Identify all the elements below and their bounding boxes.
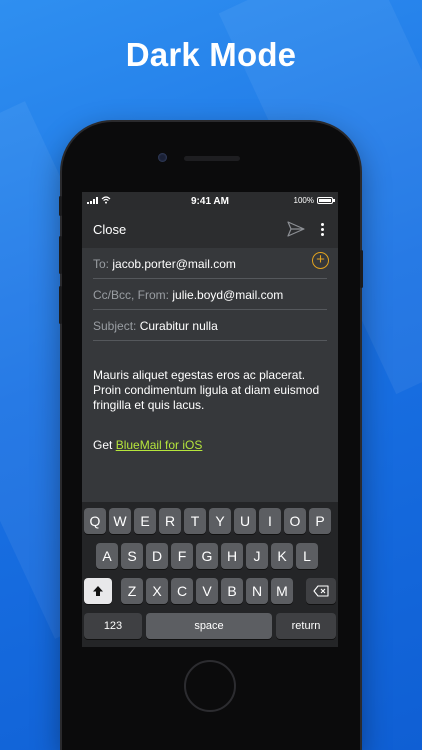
add-contact-icon[interactable]: + [312, 252, 329, 269]
status-right: 100% [293, 196, 335, 205]
bluemail-link[interactable]: BlueMail for iOS [116, 438, 203, 452]
battery-percent: 100% [293, 196, 314, 205]
shift-key[interactable] [84, 578, 112, 604]
key-b[interactable]: B [221, 578, 243, 604]
more-options-icon[interactable] [319, 222, 325, 238]
mute-switch [59, 196, 62, 216]
key-t[interactable]: T [184, 508, 206, 534]
earpiece-speaker [184, 156, 240, 161]
cc-bcc-from-field[interactable]: Cc/Bcc, From: julie.boyd@mail.com [93, 279, 327, 310]
key-y[interactable]: Y [209, 508, 231, 534]
key-f[interactable]: F [171, 543, 193, 569]
space-key[interactable]: space [146, 613, 272, 639]
to-field[interactable]: To: jacob.porter@mail.com + [93, 248, 329, 279]
key-e[interactable]: E [134, 508, 156, 534]
key-g[interactable]: G [196, 543, 218, 569]
signature-prefix: Get [93, 438, 116, 452]
key-d[interactable]: D [146, 543, 168, 569]
volume-up-button [59, 236, 62, 274]
key-s[interactable]: S [121, 543, 143, 569]
close-button[interactable]: Close [93, 222, 126, 237]
return-key[interactable]: return [276, 613, 336, 639]
key-a[interactable]: A [96, 543, 118, 569]
send-icon[interactable] [287, 221, 305, 237]
volume-down-button [59, 286, 62, 324]
key-c[interactable]: C [171, 578, 193, 604]
phone-screen: 9:41 AM 100% Close To: jacob.porter@mail… [82, 192, 338, 647]
key-z[interactable]: Z [121, 578, 143, 604]
to-label: To: [93, 257, 110, 271]
key-l[interactable]: L [296, 543, 318, 569]
key-m[interactable]: M [271, 578, 293, 604]
message-body[interactable]: Mauris aliquet egestas eros ac placerat.… [93, 368, 329, 413]
key-k[interactable]: K [271, 543, 293, 569]
key-u[interactable]: U [234, 508, 256, 534]
battery-icon [317, 197, 335, 204]
key-n[interactable]: N [246, 578, 268, 604]
key-q[interactable]: Q [84, 508, 106, 534]
key-o[interactable]: O [284, 508, 306, 534]
delete-key[interactable] [306, 578, 336, 604]
subject-value: Curabitur nulla [139, 319, 218, 333]
shift-arrow-icon [93, 586, 103, 596]
from-value: julie.boyd@mail.com [172, 288, 284, 302]
key-j[interactable]: J [246, 543, 268, 569]
headline: Dark Mode [125, 36, 297, 73]
keyboard: Q W E R T Y U I O P A S D F G H J K L Z … [82, 502, 338, 647]
subject-label: Subject: [93, 319, 137, 333]
power-button [360, 250, 363, 288]
key-i[interactable]: I [259, 508, 281, 534]
numbers-key[interactable]: 123 [84, 613, 142, 639]
backspace-icon [313, 585, 329, 597]
compose-toolbar: Close [82, 210, 338, 248]
key-h[interactable]: H [221, 543, 243, 569]
to-value: jacob.porter@mail.com [112, 257, 236, 271]
status-bar: 9:41 AM 100% [82, 192, 338, 210]
subject-field[interactable]: Subject: Curabitur nulla [93, 310, 327, 341]
signature: Get BlueMail for iOS [93, 438, 202, 452]
key-r[interactable]: R [159, 508, 181, 534]
front-camera [158, 153, 167, 162]
cc-label: Cc/Bcc, From: [93, 288, 170, 302]
key-x[interactable]: X [146, 578, 168, 604]
key-w[interactable]: W [109, 508, 131, 534]
key-p[interactable]: P [309, 508, 331, 534]
home-button[interactable] [184, 660, 236, 712]
key-v[interactable]: V [196, 578, 218, 604]
